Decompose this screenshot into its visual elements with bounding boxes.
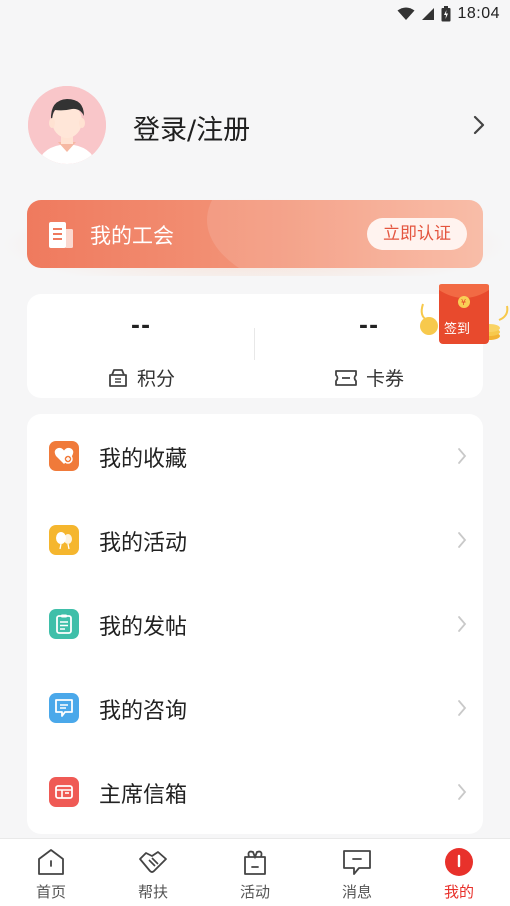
chevron-right-icon[interactable] bbox=[470, 114, 488, 136]
chevron-right-icon bbox=[458, 700, 467, 716]
points-stat[interactable]: -- 积分 bbox=[27, 294, 255, 398]
home-icon bbox=[38, 849, 64, 875]
profile-page: 18:04 登录/注册 我的工会 立即认证 -- 积分 -- 卡券 ¥ 签到 我… bbox=[0, 0, 510, 906]
menu-label: 我的活动 bbox=[99, 531, 188, 556]
ticket-icon bbox=[335, 369, 357, 386]
status-bar: 18:04 bbox=[0, 0, 510, 28]
tab-label: 首页 bbox=[35, 883, 66, 901]
wifi-icon bbox=[397, 7, 415, 20]
certify-button[interactable]: 立即认证 bbox=[367, 218, 467, 250]
document-icon bbox=[49, 222, 73, 248]
menu-item-posts[interactable]: 我的发帖 bbox=[27, 582, 483, 666]
signin-button[interactable]: ¥ 签到 bbox=[413, 276, 510, 356]
tab-messages[interactable]: 消息 bbox=[306, 839, 408, 906]
profile-header[interactable]: 登录/注册 bbox=[0, 80, 510, 176]
points-value: -- bbox=[130, 314, 152, 339]
tab-activities[interactable]: 活动 bbox=[204, 839, 306, 906]
tab-home[interactable]: 首页 bbox=[0, 839, 102, 906]
mailbox-icon bbox=[49, 777, 79, 807]
menu-item-chairman-mailbox[interactable]: 主席信箱 bbox=[27, 750, 483, 834]
union-title: 我的工会 bbox=[90, 224, 174, 248]
menu-item-activities[interactable]: 我的活动 bbox=[27, 498, 483, 582]
balloon-icon bbox=[49, 525, 79, 555]
menu-item-favorites[interactable]: 我的收藏 bbox=[27, 414, 483, 498]
gift-icon bbox=[244, 850, 266, 875]
menu-item-consultation[interactable]: 我的咨询 bbox=[27, 666, 483, 750]
message-icon bbox=[343, 850, 371, 875]
profile-icon bbox=[445, 848, 473, 876]
coupons-label: 卡券 bbox=[365, 368, 404, 390]
bottom-tab-bar: 首页 帮扶 活动 消息 我的 bbox=[0, 838, 510, 906]
chevron-right-icon bbox=[458, 532, 467, 548]
coupons-label-row: 卡券 bbox=[255, 364, 483, 391]
chevron-right-icon bbox=[458, 616, 467, 632]
signal-icon bbox=[422, 8, 435, 20]
chat-icon bbox=[49, 693, 79, 723]
union-banner[interactable]: 我的工会 立即认证 bbox=[27, 200, 483, 268]
clipboard-icon bbox=[49, 609, 79, 639]
menu-label: 我的发帖 bbox=[99, 615, 188, 640]
handshake-icon bbox=[139, 851, 167, 873]
tab-label: 消息 bbox=[341, 883, 372, 901]
login-register-link[interactable]: 登录/注册 bbox=[133, 108, 250, 147]
signin-label: 签到 bbox=[444, 322, 471, 337]
tab-label: 我的 bbox=[443, 883, 474, 901]
tab-label: 活动 bbox=[239, 883, 270, 901]
chevron-right-icon bbox=[458, 784, 467, 800]
points-label: 积分 bbox=[136, 368, 175, 390]
menu-label: 我的收藏 bbox=[99, 447, 188, 472]
avatar[interactable] bbox=[28, 86, 106, 164]
svg-text:¥: ¥ bbox=[461, 298, 466, 307]
menu-list: 我的收藏 我的活动 我的发帖 我的咨询 主席信箱 bbox=[27, 414, 483, 834]
heart-icon bbox=[49, 441, 79, 471]
menu-label: 我的咨询 bbox=[99, 699, 188, 724]
points-icon bbox=[109, 368, 127, 387]
status-time: 18:04 bbox=[457, 5, 500, 22]
avatar-icon bbox=[28, 86, 106, 164]
red-packet-icon: ¥ bbox=[420, 284, 509, 344]
status-icons: 18:04 bbox=[397, 4, 500, 24]
points-label-row: 积分 bbox=[27, 364, 255, 391]
tab-label: 帮扶 bbox=[137, 883, 168, 901]
tab-mine[interactable]: 我的 bbox=[408, 839, 510, 906]
tab-assistance[interactable]: 帮扶 bbox=[102, 839, 204, 906]
menu-label: 主席信箱 bbox=[99, 783, 188, 808]
battery-icon bbox=[441, 6, 451, 22]
chevron-right-icon bbox=[458, 448, 467, 464]
